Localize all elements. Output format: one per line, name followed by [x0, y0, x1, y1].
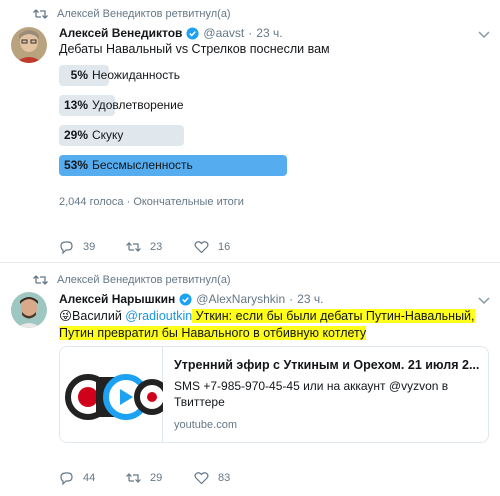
tweet-header: Алексей Нарышкин @AlexNaryshkin · 23 ч. [59, 292, 323, 306]
poll-option: 5% Неожиданность [59, 65, 489, 86]
card-thumbnail [60, 347, 170, 442]
card-description: SMS +7-985-970-45-45 или на аккаунт @vyz… [174, 379, 449, 409]
card-logo-image [65, 374, 170, 420]
highlighted-text: Уткин: если бы были дебаты Путин-Навальн… [192, 309, 475, 323]
reply-count: 39 [83, 241, 96, 253]
poll-option-label: Неожиданность [92, 68, 180, 82]
highlighted-text: Путин превратил бы Навального в отбивную… [59, 326, 367, 340]
text-prefix: Василий [72, 309, 126, 323]
retweet-count: 23 [150, 241, 163, 253]
tweet-actions: 39 23 16 [59, 240, 359, 256]
poll-option-label: Бессмысленность [92, 158, 193, 172]
retweet-icon [33, 274, 48, 285]
poll-option: 29% Скуку [59, 125, 489, 146]
verified-badge-icon [179, 292, 192, 306]
reply-icon [60, 241, 73, 254]
avatar-image [11, 27, 47, 63]
poll-percent: 29% [63, 128, 88, 142]
card-domain: youtube.com [174, 419, 237, 431]
retweet-text: Алексей Венедиктов ретвитнул(а) [57, 7, 231, 20]
chevron-down-icon[interactable] [478, 297, 490, 305]
poll-percent: 13% [63, 98, 88, 112]
like-button[interactable]: 16 [194, 240, 230, 254]
retweet-text: Алексей Венедиктов ретвитнул(а) [57, 273, 231, 286]
poll-option-label: Удовлетворение [92, 98, 184, 112]
poll-option: 13% Удовлетворение [59, 95, 489, 116]
link-card[interactable]: Утренний эфир с Уткиным и Орехом. 21 июл… [59, 346, 489, 443]
author-handle[interactable]: @aavst [203, 26, 244, 40]
card-title: Утренний эфир с Уткиным и Орехом. 21 июл… [174, 358, 480, 372]
tweet-text-line-2: Путин превратил бы Навального в отбивную… [59, 326, 367, 340]
author-handle[interactable]: @AlexNaryshkin [196, 292, 285, 306]
tweet-time[interactable]: 23 ч. [297, 292, 323, 306]
tweet[interactable]: Алексей Венедиктов ретвитнул(а) Алексей … [0, 0, 500, 263]
retweet-button[interactable]: 23 [126, 240, 162, 254]
avatar-image [11, 292, 47, 328]
poll-option: 53% Бессмысленность [59, 155, 489, 176]
poll-meta: 2,044 голоса · Окончательные итоги [59, 196, 244, 208]
avatar[interactable] [11, 292, 47, 328]
poll-votes: 2,044 голоса [59, 196, 124, 208]
reply-button[interactable]: 44 [59, 471, 95, 485]
emoji: 😜 [59, 309, 73, 323]
poll-status: Окончательные итоги [133, 196, 244, 208]
author-name[interactable]: Алексей Нарышкин [59, 292, 175, 306]
mention-link[interactable]: @radioutkin [125, 309, 192, 323]
poll-percent: 5% [70, 68, 88, 82]
heart-icon [194, 241, 209, 254]
tweet[interactable]: Алексей Венедиктов ретвитнул(а) Алексей … [0, 264, 500, 496]
like-button[interactable]: 83 [194, 471, 230, 485]
separator-dot: · [248, 26, 253, 40]
author-name[interactable]: Алексей Венедиктов [59, 26, 182, 40]
verified-badge-icon [186, 26, 199, 40]
tweet-time[interactable]: 23 ч. [256, 26, 282, 40]
chevron-down-icon[interactable] [478, 31, 490, 39]
separator-dot: · [289, 292, 294, 306]
avatar[interactable] [11, 27, 47, 63]
poll-option-label: Скуку [92, 128, 124, 142]
retweet-icon [126, 473, 141, 483]
like-count: 83 [218, 472, 231, 484]
like-count: 16 [218, 241, 231, 253]
retweet-icon [33, 8, 48, 19]
poll-percent: 53% [63, 158, 88, 172]
retweet-button[interactable]: 29 [126, 471, 162, 485]
retweet-icon [126, 242, 141, 252]
retweet-count: 29 [150, 472, 163, 484]
reply-count: 44 [83, 472, 96, 484]
tweet-text: Дебаты Навальный vs Стрелков поснесли ва… [59, 42, 330, 56]
tweet-text-line-1: 😜Василий @radioutkin Уткин: если бы были… [59, 308, 475, 323]
tweet-actions: 44 29 83 [59, 471, 359, 487]
heart-icon [194, 472, 209, 485]
reply-icon [60, 472, 73, 485]
reply-button[interactable]: 39 [59, 240, 95, 254]
tweet-header: Алексей Венедиктов @aavst · 23 ч. [59, 26, 283, 40]
